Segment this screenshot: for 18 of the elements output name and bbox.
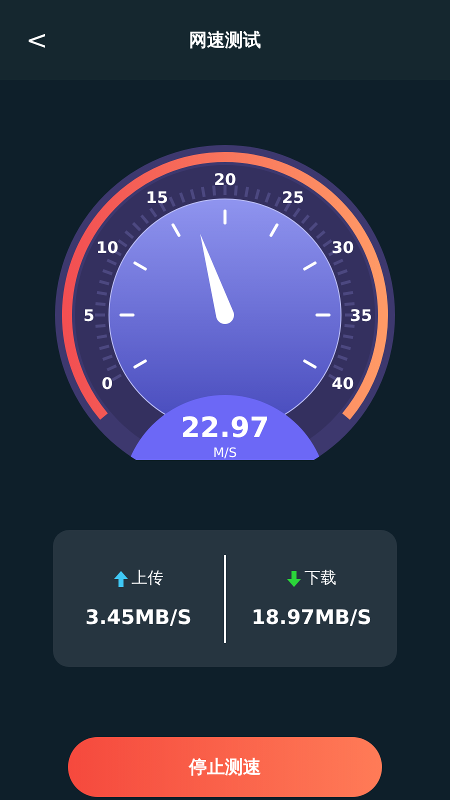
scale-label: 10	[96, 238, 118, 257]
stat-value: 3.45MB/S	[85, 605, 192, 629]
scale-label: 35	[350, 306, 372, 325]
speed-value: 22.97	[180, 411, 270, 444]
scale-label: 30	[332, 238, 354, 257]
scale-label: 5	[83, 306, 95, 325]
scale-label: 20	[214, 170, 236, 189]
back-button[interactable]: <	[20, 28, 54, 54]
scale-label: 15	[146, 188, 168, 208]
stat-label: 下载	[304, 568, 336, 589]
stat-label: 上传	[132, 568, 164, 589]
stat-value: 18.97MB/S	[251, 605, 372, 629]
needle-icon	[200, 234, 234, 324]
speed-unit: M/S	[213, 446, 237, 460]
scale-label: 25	[282, 188, 304, 208]
page-title: 网速测试	[189, 29, 261, 52]
scale-label: 40	[332, 374, 354, 393]
scale-label: 0	[102, 374, 113, 393]
